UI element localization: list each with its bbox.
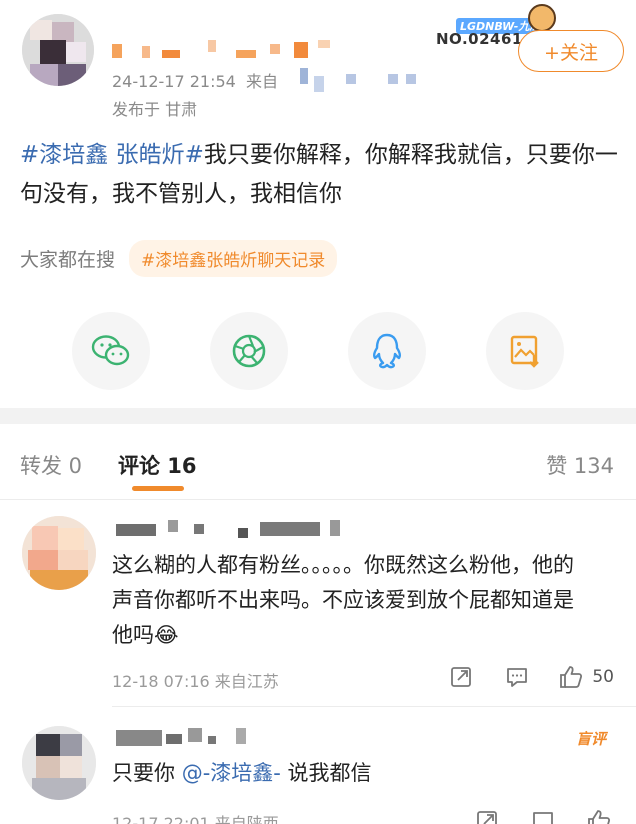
- share-save-image-button[interactable]: [486, 312, 564, 390]
- share-row: [0, 312, 636, 392]
- repost-icon: [451, 667, 472, 687]
- repost-icon: [477, 811, 497, 824]
- post-hashtag[interactable]: #漆培鑫 张皓炘#: [20, 142, 204, 168]
- like-count: 50: [592, 667, 614, 687]
- thumbs-up-icon: [588, 810, 611, 824]
- share-moments-button[interactable]: [210, 312, 288, 390]
- share-wechat-button[interactable]: [72, 312, 150, 390]
- weibo-post: 24-12-17 21:54 来自 发布于 甘肃 LGDNBW-九局 NO.02…: [0, 0, 636, 408]
- post-timestamp: 24-12-17 21:54 来自: [112, 72, 279, 91]
- post-content: #漆培鑫 张皓炘#我只要你解释，你解释我就信，只要你一句没有，我不管别人，我相信…: [20, 136, 620, 214]
- comment-item: 这么糊的人都有粉丝。。。。。你既然这么粉他，他的声音你都听不出来吗。不应该爱到放…: [0, 500, 636, 710]
- qq-icon: [372, 333, 402, 369]
- comment-separator: [112, 706, 636, 707]
- commenter-name-blurred[interactable]: [116, 728, 376, 746]
- comment-meta: 12-17 22:01 来自陕西: [112, 814, 279, 824]
- interaction-tabs: 转发 0 评论 16 赞 134: [0, 424, 636, 500]
- comment-text: 这么糊的人都有粉丝。。。。。你既然这么粉他，他的声音你都听不出来吗。不应该爱到放…: [112, 553, 574, 647]
- comment-actions: 50: [420, 662, 614, 692]
- featured-comment-badge: 盲评: [575, 730, 606, 748]
- tab-comments[interactable]: 评论 16: [118, 450, 197, 480]
- share-qq-button[interactable]: [348, 312, 426, 390]
- comment-actions: [446, 806, 614, 824]
- mention-link[interactable]: @-漆培鑫-: [182, 761, 281, 785]
- poster-username-blurred[interactable]: [112, 40, 332, 58]
- reply-icon: [507, 668, 528, 687]
- comment-meta: 12-18 07:16 来自江苏: [112, 672, 279, 691]
- reply-icon: [533, 812, 553, 824]
- like-comment-button[interactable]: 50: [558, 662, 614, 692]
- trending-search: 大家都在搜 #漆培鑫张皓炘聊天记录: [20, 239, 338, 277]
- moments-icon: [232, 334, 266, 368]
- repost-comment-button[interactable]: [446, 662, 476, 692]
- poster-avatar[interactable]: [22, 14, 94, 86]
- section-divider: [0, 408, 636, 424]
- comment-item: 盲评 只要你 @-漆培鑫- 说我都信 12-17 22:01 来自陕西: [0, 716, 636, 824]
- comment-avatar[interactable]: [22, 726, 96, 800]
- post-source-blurred: [296, 68, 426, 92]
- thumbs-up-icon: [560, 666, 583, 688]
- reply-comment-button[interactable]: [528, 806, 558, 824]
- badge-number: NO.02461: [436, 30, 523, 48]
- tab-likes[interactable]: 赞 134: [546, 450, 614, 480]
- reply-comment-button[interactable]: [502, 662, 532, 692]
- badge-avatar-icon: [528, 4, 556, 32]
- repost-comment-button[interactable]: [472, 806, 502, 824]
- trending-label: 大家都在搜: [20, 248, 116, 271]
- save-image-icon: [510, 335, 539, 368]
- commenter-name-blurred[interactable]: [116, 520, 376, 538]
- follow-button[interactable]: +关注: [518, 30, 624, 72]
- trending-topic-pill[interactable]: #漆培鑫张皓炘聊天记录: [129, 239, 338, 277]
- tab-repost[interactable]: 转发 0: [20, 450, 82, 480]
- wechat-icon: [91, 335, 130, 366]
- comment-avatar[interactable]: [22, 516, 96, 590]
- like-comment-button[interactable]: [584, 806, 614, 824]
- post-location: 发布于 甘肃: [112, 100, 198, 119]
- comment-text: 只要你 @-漆培鑫- 说我都信: [112, 761, 372, 785]
- active-tab-indicator: [132, 486, 184, 491]
